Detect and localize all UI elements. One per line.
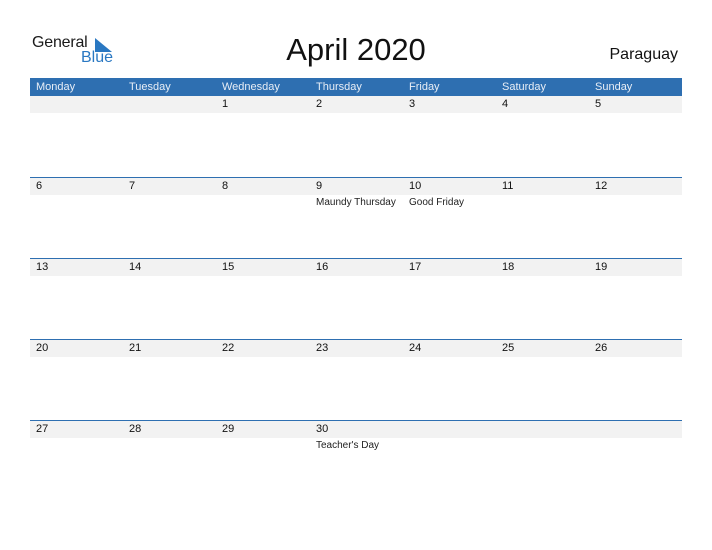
day-number: 28 xyxy=(129,423,142,435)
day-number: 16 xyxy=(316,261,329,273)
weekday-saturday: Saturday xyxy=(502,81,547,93)
weekday-tuesday: Tuesday xyxy=(129,81,171,93)
day-number: 23 xyxy=(316,342,329,354)
day-number: 30 xyxy=(316,423,329,435)
day-number-strip xyxy=(30,259,682,276)
day-number: 20 xyxy=(36,342,49,354)
weekday-sunday: Sunday xyxy=(595,81,633,93)
day-number: 10 xyxy=(409,180,422,192)
week-row: 13 14 15 16 17 18 19 xyxy=(30,258,682,340)
day-number: 13 xyxy=(36,261,49,273)
day-number: 12 xyxy=(595,180,608,192)
holiday-label: Maundy Thursday xyxy=(316,197,396,208)
day-number-strip xyxy=(30,178,682,195)
day-number: 22 xyxy=(222,342,235,354)
day-number: 24 xyxy=(409,342,422,354)
day-number: 17 xyxy=(409,261,422,273)
day-number: 27 xyxy=(36,423,49,435)
day-number: 26 xyxy=(595,342,608,354)
day-number: 29 xyxy=(222,423,235,435)
holiday-label: Teacher's Day xyxy=(316,440,380,451)
day-number: 25 xyxy=(502,342,515,354)
country-label: Paraguay xyxy=(609,46,679,63)
day-number: 6 xyxy=(36,180,43,192)
day-number: 18 xyxy=(502,261,515,273)
day-number: 3 xyxy=(409,98,416,110)
day-number: 2 xyxy=(316,98,323,110)
day-number: 15 xyxy=(222,261,235,273)
day-number: 21 xyxy=(129,342,142,354)
day-number: 5 xyxy=(595,98,602,110)
weekday-header: Monday Tuesday Wednesday Thursday Friday Satu… xyxy=(30,78,682,96)
day-number: 1 xyxy=(222,98,229,110)
week-row: 20 21 22 23 24 25 26 xyxy=(30,339,682,421)
day-number-strip xyxy=(30,421,682,438)
day-number: 8 xyxy=(222,180,229,192)
day-number: 9 xyxy=(316,180,323,192)
weekday-monday: Monday xyxy=(36,81,76,93)
day-number-strip xyxy=(30,340,682,357)
weekday-wednesday: Wednesday xyxy=(222,81,280,93)
day-number: 14 xyxy=(129,261,142,273)
week-row: 1 2 3 4 5 xyxy=(30,96,682,177)
weekday-friday: Friday xyxy=(409,81,440,93)
day-number: 7 xyxy=(129,180,136,192)
week-row: 27 28 29 30 Teacher's Day xyxy=(30,420,682,502)
day-number: 4 xyxy=(502,98,509,110)
holiday-label: Good Friday xyxy=(409,197,465,208)
week-row: 6 7 8 9 Maundy Thursday 10 Good Friday 11 12 xyxy=(30,177,682,259)
weekday-thursday: Thursday xyxy=(316,81,362,93)
day-number: 19 xyxy=(595,261,608,273)
calendar-title: April 2020 xyxy=(286,32,426,67)
day-number: 11 xyxy=(502,180,514,192)
day-number-strip xyxy=(30,96,682,113)
